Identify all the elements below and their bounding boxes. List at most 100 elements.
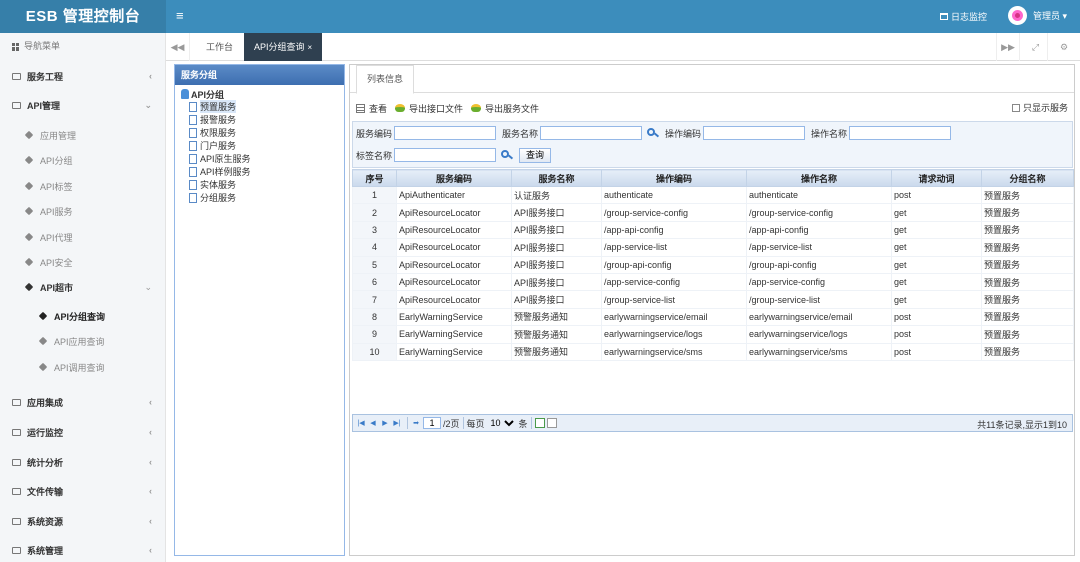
tree-node[interactable]: 门户服务	[181, 139, 344, 152]
sidebar-sub-api-group-query[interactable]: API分组查询	[0, 304, 166, 328]
column-header[interactable]: 服务名称	[511, 169, 602, 187]
sidebar-sub-api-call-query[interactable]: API调用查询	[0, 355, 166, 379]
tab-api-group-query[interactable]: API分组查询 ×	[244, 33, 323, 61]
table-cell: 预警服务通知	[511, 342, 602, 361]
table-row[interactable]: 2 ApiResourceLocator API服务接口/group-service…	[352, 203, 1074, 222]
folder-icon	[12, 428, 21, 436]
folder-icon	[12, 546, 21, 554]
column-header[interactable]: 序号	[352, 169, 397, 187]
table-cell: EarlyWarningService	[396, 325, 512, 344]
per-page-select[interactable]: 10	[486, 417, 517, 429]
operation-code-input[interactable]	[703, 126, 806, 140]
search-icon[interactable]	[501, 150, 514, 160]
view-button[interactable]: 查看	[356, 102, 387, 115]
log-monitor-link[interactable]: 日志监控	[940, 10, 987, 23]
export-interface-button[interactable]: 导出接口文件	[395, 102, 463, 115]
column-header[interactable]: 服务编码	[396, 169, 512, 187]
table-row[interactable]: 8 EarlyWarningService 预警服务通知 earlywarningse…	[352, 307, 1074, 327]
document-icon	[189, 192, 197, 203]
sidebar-sub-api-security[interactable]: API安全	[0, 250, 166, 274]
only-show-service-checkbox[interactable]: 只显示服务	[1011, 101, 1068, 114]
menu-toggle-icon[interactable]: ≡	[176, 9, 184, 22]
table-row[interactable]: 5 ApiResourceLocator API服务接口/group-api-con…	[352, 255, 1074, 274]
grid-header-row: 序号 服务编码 服务名称 操作编码 操作名称 请求动词 分组名称	[352, 169, 1074, 187]
table-row[interactable]: 4 ApiResourceLocator API服务接口/app-service-l…	[352, 238, 1074, 257]
tab-list-info[interactable]: 列表信息	[356, 65, 415, 94]
search-icon[interactable]	[647, 128, 660, 138]
table-cell: post	[891, 342, 982, 361]
tree-node[interactable]: 权限服务	[181, 126, 344, 139]
table-cell: /group-service-list	[601, 290, 747, 309]
tabs-scroll-left-icon[interactable]: ◀◀	[166, 33, 190, 61]
prev-page-icon[interactable]: ◀	[368, 418, 378, 428]
tree-node[interactable]: 分组服务	[181, 191, 344, 204]
column-header[interactable]: 操作名称	[746, 169, 892, 187]
table-cell: 1	[352, 185, 397, 205]
sidebar-sub-api-proxy[interactable]: API代理	[0, 225, 166, 249]
top-header: ESB 管理控制台 ≡ 日志监控 管理员 ▾	[0, 0, 1080, 33]
sidebar-item-api-management[interactable]: API管理 ⌄	[0, 92, 166, 118]
table-row[interactable]: 9 EarlyWarningService 预警服务通知 earlywarningse…	[352, 325, 1074, 344]
table-cell: get	[891, 203, 982, 222]
next-page-icon[interactable]: ▶	[380, 418, 390, 428]
column-header[interactable]: 请求动词	[891, 169, 982, 187]
sidebar-item-service-project[interactable]: 服务工程 ‹	[0, 63, 166, 89]
tree-node[interactable]: 预置服务	[181, 100, 344, 113]
leaf-icon	[24, 282, 34, 292]
tree-node[interactable]: API原生服务	[181, 152, 344, 165]
table-cell: 5	[352, 255, 397, 274]
table-row[interactable]: 3 ApiResourceLocator API服务接口/app-api-confi…	[352, 220, 1074, 240]
tag-name-input[interactable]	[394, 148, 497, 162]
table-cell: get	[891, 272, 982, 292]
table-cell: 预置服务	[981, 342, 1074, 361]
last-page-icon[interactable]: ▶|	[392, 418, 402, 428]
tree-node[interactable]: 实体服务	[181, 178, 344, 191]
column-header[interactable]: 分组名称	[981, 169, 1074, 187]
service-code-input[interactable]	[394, 126, 497, 140]
excel-export-icon[interactable]	[534, 418, 545, 428]
tree-root[interactable]: API分组	[181, 88, 344, 100]
first-page-icon[interactable]: |◀	[356, 418, 366, 428]
page-number-input[interactable]	[423, 417, 441, 429]
gear-icon[interactable]: ⚙	[1052, 33, 1076, 61]
sidebar-sub-api-service[interactable]: API服务	[0, 199, 166, 223]
sidebar-sub-api-market[interactable]: API超市 ⌄	[0, 275, 166, 299]
sidebar-sub-api-app-query[interactable]: API应用查询	[0, 329, 166, 353]
sidebar-item-statistics[interactable]: 统计分析 ‹	[0, 449, 166, 475]
tree-node[interactable]: 报警服务	[181, 113, 344, 126]
service-name-input[interactable]	[540, 126, 643, 140]
fullscreen-icon[interactable]: ⤢	[1024, 33, 1048, 61]
tabs-scroll-right-icon[interactable]: ▶▶	[996, 33, 1020, 61]
query-button[interactable]: 查询	[519, 147, 552, 163]
folder-icon	[12, 398, 21, 406]
table-row[interactable]: 1 ApiAuthenticater 认证服务 authenticate authent…	[352, 185, 1074, 205]
go-page-icon[interactable]: ➡	[411, 418, 421, 428]
user-menu[interactable]: 管理员 ▾	[1008, 6, 1067, 25]
pagination-bar: |◀ ◀ ▶ ▶| ➡ /2页 每页 10 条 共11条记录,显示1到10	[352, 414, 1073, 432]
print-icon[interactable]	[546, 418, 557, 428]
sidebar-item-file-transfer[interactable]: 文件传输 ‹	[0, 478, 166, 504]
table-row[interactable]: 6 ApiResourceLocator API服务接口/app-service-c…	[352, 272, 1074, 292]
sidebar-item-system-management[interactable]: 系统管理 ‹	[0, 537, 166, 562]
column-header[interactable]: 操作编码	[601, 169, 747, 187]
tree-node[interactable]: API样例服务	[181, 165, 344, 178]
tab-workbench[interactable]: 工作台	[196, 33, 243, 61]
table-row[interactable]: 7 ApiResourceLocator API服务接口/group-service…	[352, 290, 1074, 309]
sidebar-sub-app-management[interactable]: 应用管理	[0, 123, 166, 147]
export-service-button[interactable]: 导出服务文件	[471, 102, 539, 115]
sidebar-item-runtime-monitor[interactable]: 运行监控 ‹	[0, 419, 166, 445]
sidebar-item-system-resources[interactable]: 系统资源 ‹	[0, 508, 166, 534]
close-icon[interactable]: ×	[308, 43, 313, 52]
app-brand[interactable]: ESB 管理控制台	[0, 0, 166, 33]
sidebar-item-app-integration[interactable]: 应用集成 ‹	[0, 389, 166, 415]
chevron-left-icon: ‹	[149, 71, 152, 81]
operation-name-input[interactable]	[849, 126, 952, 140]
table-cell: /group-service-config	[601, 203, 747, 222]
table-cell: authenticate	[601, 185, 747, 205]
sidebar-sub-api-group[interactable]: API分组	[0, 148, 166, 172]
leaf-icon	[24, 155, 34, 165]
sidebar-sub-api-tag[interactable]: API标签	[0, 174, 166, 198]
avatar	[1008, 6, 1027, 25]
export-icon	[395, 104, 406, 112]
table-row[interactable]: 10 EarlyWarningService 预警服务通知 earlywarnings…	[352, 342, 1074, 361]
